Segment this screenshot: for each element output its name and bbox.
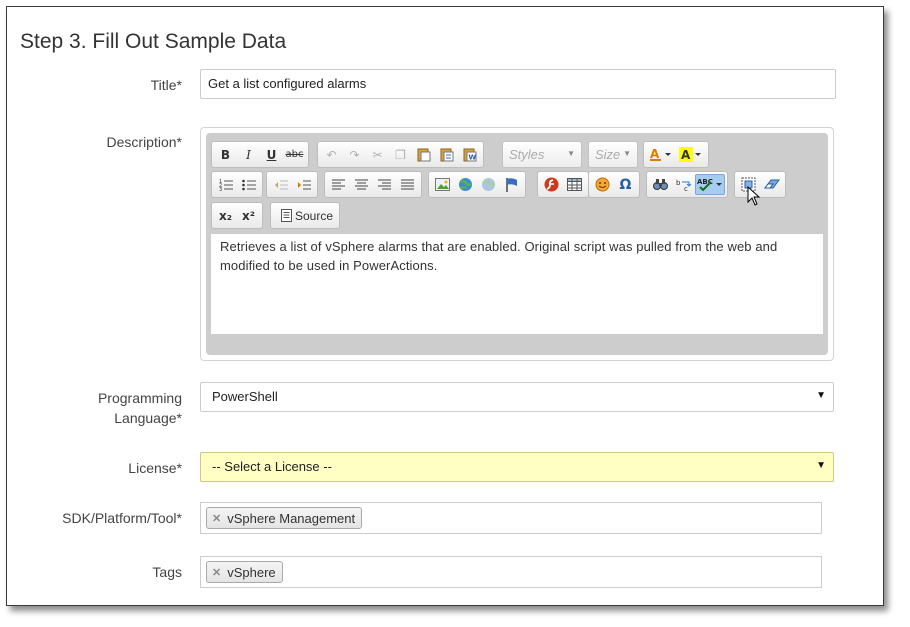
strike-icon[interactable]: abc [283,144,306,165]
editor-toolbar-area: B I U abc ↶ ↷ ✂ ❐ W Styles ▼ Size ▼ A A … [206,133,828,355]
subscript-icon[interactable]: x₂ [214,205,237,226]
background-color-icon[interactable]: A [676,144,706,165]
svg-text:A: A [681,148,691,162]
link-icon[interactable] [454,174,477,195]
objects-group [537,171,589,198]
outdent-icon[interactable] [269,174,292,195]
sdk-label: SDK/Platform/Tool* [62,510,182,526]
tags-input[interactable]: ✕ vSphere [200,556,822,588]
paste-word-icon[interactable]: W [458,144,481,165]
size-dropdown[interactable]: Size ▼ [588,141,638,168]
list-group: 123 [211,171,263,198]
editor-content[interactable]: Retrieves a list of vSphere alarms that … [211,234,823,334]
title-input[interactable]: Get a list configured alarms [200,69,836,99]
align-left-icon[interactable] [327,174,350,195]
remove-tag-icon[interactable]: ✕ [212,512,221,525]
size-placeholder: Size [595,147,621,162]
rich-text-editor: B I U abc ↶ ↷ ✂ ❐ W Styles ▼ Size ▼ A A … [200,127,834,361]
basic-styles-group: B I U abc [211,141,309,168]
justify-icon[interactable] [396,174,419,195]
find-icon[interactable] [649,174,672,195]
license-select[interactable]: -- Select a License -- ▼ [200,452,834,482]
source-label: Source [295,208,334,223]
language-select[interactable]: PowerShell ▼ [200,382,834,412]
indent-group [266,171,318,198]
spellcheck-icon[interactable]: ABC [695,174,725,195]
image-icon[interactable] [431,174,454,195]
title-label: Title* [150,77,182,93]
text-color-icon[interactable]: A [646,144,676,165]
flash-icon[interactable] [540,174,563,195]
align-right-icon[interactable] [373,174,396,195]
svg-text:W: W [468,154,476,162]
caret-down-icon: ▼ [816,390,826,401]
svg-text:A: A [650,147,660,161]
source-icon [277,205,295,226]
tag-label: vSphere Management [227,510,356,526]
page-title: Step 3. Fill Out Sample Data [20,30,287,53]
styles-dropdown[interactable]: Styles ▼ [502,141,582,168]
insert-group [428,171,526,198]
bulleted-list-icon[interactable] [237,174,260,195]
paste-icon[interactable] [412,144,435,165]
underline-icon[interactable]: U [260,144,283,165]
anchor-icon[interactable] [500,174,523,195]
editing-group: bc ABC [646,171,728,198]
tags-label: Tags [152,564,182,580]
colors-group: A A [643,141,709,168]
svg-text:3: 3 [219,187,222,192]
language-value: PowerShell [212,389,278,404]
license-label: License* [128,460,182,476]
table-icon[interactable] [563,174,586,195]
redo-icon[interactable]: ↷ [343,144,366,165]
caret-down-icon: ▼ [567,149,575,158]
undo-icon[interactable]: ↶ [320,144,343,165]
italic-icon[interactable]: I [237,144,260,165]
tag-label: vSphere [227,564,276,580]
replace-icon[interactable]: bc [672,174,695,195]
copy-icon[interactable]: ❐ [389,144,412,165]
align-group [324,171,422,198]
license-value: -- Select a License -- [212,459,332,474]
indent-icon[interactable] [292,174,315,195]
superscript-icon[interactable]: x² [237,205,260,226]
special-group: Ω [588,171,640,198]
mouse-cursor-icon [747,186,761,206]
description-label: Description* [106,134,182,150]
editor-status-bar [211,336,823,352]
source-button[interactable]: Source [270,202,341,229]
svg-text:c: c [684,185,688,192]
tag-chip: ✕ vSphere [206,561,283,583]
svg-text:b: b [676,179,681,187]
tag-chip: ✕ vSphere Management [206,507,363,529]
smiley-icon[interactable] [591,174,614,195]
cut-icon[interactable]: ✂ [366,144,389,165]
unlink-icon[interactable] [477,174,500,195]
language-label-line2: Language* [114,410,182,426]
language-label-line1: Programming [97,390,182,406]
caret-down-icon: ▼ [623,149,631,158]
caret-down-icon: ▼ [816,460,826,471]
remove-format-icon[interactable] [760,174,783,195]
sdk-tag-input[interactable]: ✕ vSphere Management [200,502,822,534]
styles-placeholder: Styles [509,147,545,162]
special-char-icon[interactable]: Ω [614,174,637,195]
align-center-icon[interactable] [350,174,373,195]
script-group: x₂ x² [211,202,263,229]
numbered-list-icon[interactable]: 123 [214,174,237,195]
bold-icon[interactable]: B [214,144,237,165]
remove-tag-icon[interactable]: ✕ [212,566,221,579]
paste-text-icon[interactable] [435,144,458,165]
clipboard-group: ↶ ↷ ✂ ❐ W [317,141,484,168]
